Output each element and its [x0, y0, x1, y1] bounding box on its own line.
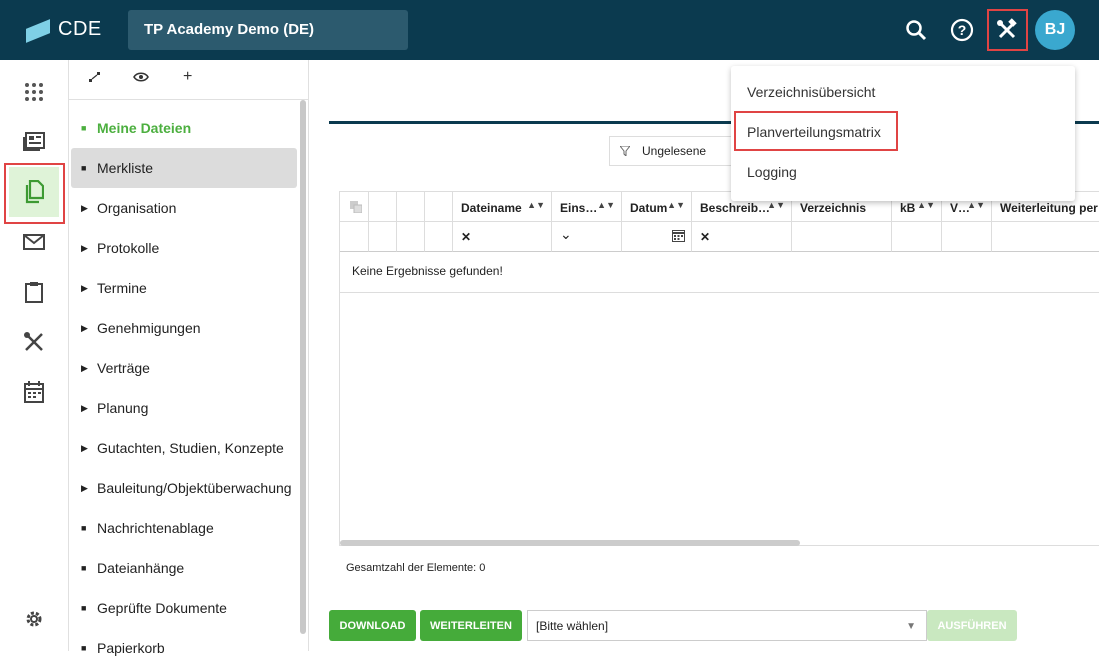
column-header-datum[interactable]: Datum ▲▼ — [622, 192, 692, 222]
caret-right-icon[interactable]: ▶ — [81, 323, 93, 334]
action-select[interactable]: [Bitte wählen] ▼ — [527, 610, 927, 641]
logo-text: CDE — [58, 18, 102, 40]
caret-right-icon[interactable]: ▶ — [81, 363, 93, 374]
tree-item-gutachten[interactable]: ▶ Gutachten, Studien, Konzepte — [71, 428, 297, 468]
caret-right-icon[interactable]: ▶ — [81, 283, 93, 294]
filter-cell — [942, 222, 992, 252]
execute-button[interactable]: AUSFÜHREN — [927, 610, 1017, 641]
bullet-icon: ■ — [81, 643, 87, 653]
eye-icon[interactable] — [133, 70, 149, 86]
logo-mark-icon — [26, 19, 50, 41]
empty-message: Keine Ergebnisse gefunden! — [352, 264, 503, 278]
caret-right-icon[interactable]: ▶ — [81, 483, 93, 494]
menu-item-verzeichnisuebersicht[interactable]: Verzeichnisübersicht — [747, 84, 875, 100]
filter-cell — [425, 222, 453, 252]
tree-item-bauleitung[interactable]: ▶ Bauleitung/Objektüberwachung — [71, 468, 297, 508]
filter-unread[interactable]: Ungelesene — [609, 136, 739, 166]
tree-item-termine[interactable]: ▶ Termine — [71, 268, 297, 308]
tree-item-dateianhaenge[interactable]: ■ Dateianhänge — [71, 548, 297, 588]
forward-button[interactable]: WEITERLEITEN — [420, 610, 522, 641]
caret-right-icon[interactable]: ▶ — [81, 243, 93, 254]
tree-item-organisation[interactable]: ▶ Organisation — [71, 188, 297, 228]
grid-horizontal-scrollbar[interactable] — [340, 540, 800, 546]
tree-item-merkliste[interactable]: ■ Merkliste — [71, 148, 297, 188]
filter-datum[interactable] — [622, 222, 692, 252]
filter-dateiname-clear[interactable]: ✕ — [453, 222, 552, 252]
filter-cell — [992, 222, 1099, 252]
add-folder-button[interactable]: + — [183, 68, 192, 86]
bullet-icon: ■ — [81, 563, 87, 573]
download-button[interactable]: DOWNLOAD — [329, 610, 416, 641]
tree-item-vertraege[interactable]: ▶ Verträge — [71, 348, 297, 388]
calendar-picker-icon[interactable] — [672, 229, 685, 245]
filter-eins-dropdown[interactable]: ⌄ — [552, 222, 622, 252]
select-all-header[interactable] — [340, 192, 369, 222]
documents-highlight-box — [4, 163, 65, 224]
caret-right-icon[interactable]: ▶ — [81, 443, 93, 454]
tools-rail-icon[interactable] — [9, 317, 59, 367]
total-count: Gesamtzahl der Elemente: 0 — [346, 562, 486, 574]
filter-cell — [892, 222, 942, 252]
tree-item-papierkorb[interactable]: ■ Papierkorb — [71, 628, 297, 668]
tree-scrollbar[interactable] — [300, 100, 306, 634]
tree-toolbar: + — [69, 60, 308, 100]
tree-item-meine-dateien[interactable]: ■ Meine Dateien — [71, 108, 297, 148]
tree-list: ■ Meine Dateien ■ Merkliste ▶ Organisation … — [69, 108, 309, 668]
sort-icon[interactable]: ▲▼ — [967, 200, 985, 210]
sort-icon[interactable]: ▲▼ — [667, 200, 685, 210]
bullet-icon: ■ — [81, 603, 87, 613]
column-header-empty — [369, 192, 397, 222]
sort-icon[interactable]: ▲▼ — [527, 200, 545, 210]
expand-icon[interactable] — [89, 70, 101, 86]
filter-cell — [369, 222, 397, 252]
chevron-down-icon: ▼ — [906, 621, 916, 632]
filter-cell — [397, 222, 425, 252]
tree-item-gepruefte-dokumente[interactable]: ■ Geprüfte Dokumente — [71, 588, 297, 628]
column-header-dateiname[interactable]: Dateiname ▲▼ — [453, 192, 552, 222]
tree-item-protokolle[interactable]: ▶ Protokolle — [71, 228, 297, 268]
sort-icon[interactable]: ▲▼ — [597, 200, 615, 210]
column-header-empty — [397, 192, 425, 222]
column-header-empty — [425, 192, 453, 222]
bullet-icon: ■ — [81, 523, 87, 533]
svg-text:?: ? — [958, 22, 967, 38]
tools-dropdown-menu: Verzeichnisübersicht Planverteilungsmatr… — [731, 66, 1075, 201]
sort-icon[interactable]: ▲▼ — [917, 200, 935, 210]
logo[interactable]: CDE — [26, 18, 102, 41]
project-selector[interactable]: TP Academy Demo (DE) — [128, 10, 408, 50]
help-icon[interactable]: ? — [946, 14, 978, 46]
tree-item-genehmigungen[interactable]: ▶ Genehmigungen — [71, 308, 297, 348]
column-header-eins[interactable]: Eins… ▲▼ — [552, 192, 622, 222]
left-rail — [0, 60, 69, 651]
bullet-icon: ■ — [81, 163, 87, 173]
caret-right-icon[interactable]: ▶ — [81, 203, 93, 214]
settings-gear-icon[interactable] — [9, 594, 59, 644]
divider — [340, 292, 1099, 293]
filter-cell — [792, 222, 892, 252]
filter-icon — [618, 137, 632, 166]
avatar[interactable]: BJ — [1035, 10, 1075, 50]
caret-right-icon[interactable]: ▶ — [81, 403, 93, 414]
file-grid: Dateiname ▲▼ Eins… ▲▼ Datum ▲▼ Beschreib… ▲▼… — [339, 191, 1099, 546]
menu-item-logging[interactable]: Logging — [747, 164, 797, 180]
filter-beschreibung-clear[interactable]: ✕ — [692, 222, 792, 252]
clipboard-icon[interactable] — [9, 267, 59, 317]
folder-tree-panel: + ■ Meine Dateien ■ Merkliste ▶ Organisatio… — [69, 60, 309, 656]
mail-icon[interactable] — [9, 217, 59, 267]
tree-item-nachrichtenablage[interactable]: ■ Nachrichtenablage — [71, 508, 297, 548]
top-bar: CDE TP Academy Demo (DE) ? BJ — [0, 0, 1099, 60]
apps-grid-icon[interactable] — [9, 67, 59, 117]
bullet-icon: ■ — [81, 123, 87, 133]
sort-icon[interactable]: ▲▼ — [767, 200, 785, 210]
filter-cell — [340, 222, 369, 252]
calendar-icon[interactable] — [9, 367, 59, 417]
planverteilungsmatrix-highlight-box — [734, 111, 898, 151]
tools-highlight-box — [987, 9, 1028, 51]
dashboard-icon[interactable] — [9, 117, 59, 167]
search-icon[interactable] — [900, 14, 932, 46]
tree-item-planung[interactable]: ▶ Planung — [71, 388, 297, 428]
